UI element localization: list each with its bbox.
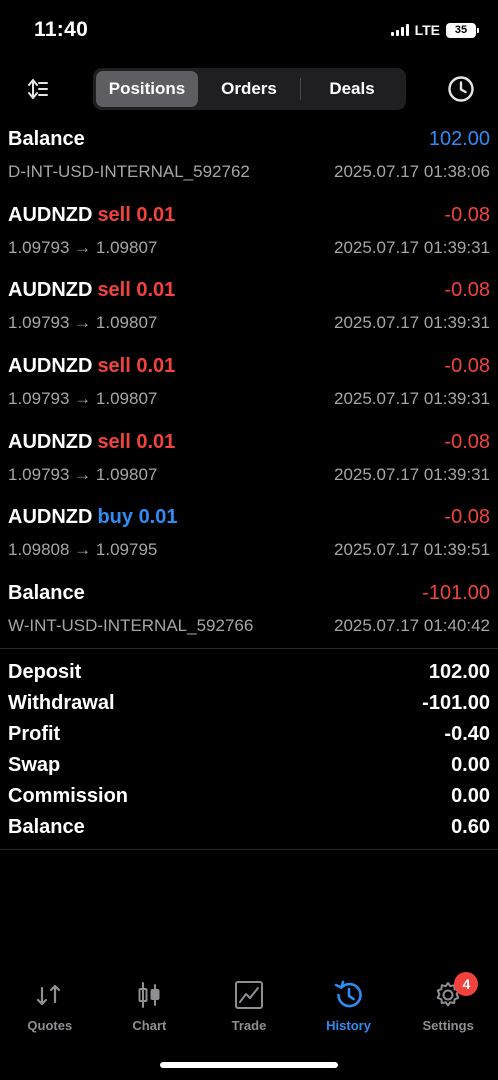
item-volume: 0.01 — [138, 506, 178, 529]
status-time: 11:40 — [34, 18, 89, 41]
summary-row-profit: Profit -0.40 — [0, 719, 498, 750]
sort-icon[interactable] — [24, 76, 50, 102]
list-item[interactable]: AUDNZD sell 0.01 -0.08 1.09793 → 1.09807 … — [0, 349, 498, 425]
home-indicator — [160, 1062, 338, 1068]
tab-chart[interactable]: Chart — [100, 970, 200, 1040]
summary-value: -0.40 — [444, 723, 490, 745]
item-time: 2025.07.17 01:38:06 — [334, 162, 490, 181]
list-item[interactable]: AUDNZD sell 0.01 -0.08 1.09793 → 1.09807 … — [0, 198, 498, 274]
battery-icon: 35 — [446, 22, 479, 38]
summary-value: -101.00 — [422, 692, 490, 714]
summary-label: Balance — [8, 816, 85, 838]
item-symbol: AUDNZD — [8, 355, 93, 378]
item-symbol: AUDNZD — [8, 203, 93, 226]
candlestick-chart-icon — [138, 982, 160, 1008]
item-amount: -0.08 — [444, 355, 490, 378]
item-amount: -0.08 — [444, 430, 490, 453]
item-amount: -0.08 — [444, 279, 490, 302]
item-volume: 0.01 — [136, 430, 176, 453]
item-symbol: AUDNZD — [8, 506, 93, 529]
item-title: Balance — [8, 582, 85, 605]
deals-list: Balance 102.00 D-INT-USD-INTERNAL_592762… — [0, 122, 498, 652]
item-detail: D-INT-USD-INTERNAL_592762 — [8, 162, 250, 181]
summary-label: Profit — [8, 723, 61, 745]
summary-row-balance: Balance 0.60 — [0, 812, 498, 843]
item-volume: 0.01 — [136, 355, 176, 378]
tab-label: Settings — [422, 1018, 474, 1033]
item-side: sell — [97, 279, 131, 302]
summary-row-deposit: Deposit 102.00 — [0, 657, 498, 688]
notification-badge: 4 — [454, 972, 479, 996]
list-item[interactable]: AUDNZD sell 0.01 -0.08 1.09793 → 1.09807 … — [0, 273, 498, 349]
network-label: LTE — [414, 22, 440, 38]
item-prices: 1.09793 → 1.09807 — [8, 237, 158, 257]
quotes-arrows-icon — [36, 984, 60, 1006]
tab-label: Chart — [132, 1018, 167, 1033]
item-volume: 0.01 — [136, 279, 176, 302]
item-prices: 1.09808 → 1.09795 — [8, 540, 158, 560]
status-bar: 11:40 LTE 35 — [0, 0, 498, 62]
summary-row-commission: Commission 0.00 — [0, 781, 498, 812]
item-side: buy — [97, 506, 133, 529]
item-side: sell — [97, 355, 131, 378]
item-side: sell — [97, 203, 131, 226]
item-symbol: AUDNZD — [8, 430, 93, 453]
tab-label: Quotes — [27, 1018, 73, 1033]
summary-label: Swap — [8, 754, 61, 776]
segmented-control: Positions Orders Deals — [93, 68, 406, 110]
item-time: 2025.07.17 01:39:31 — [334, 389, 490, 409]
summary-label: Commission — [8, 785, 129, 807]
status-indicators: LTE 35 — [390, 22, 479, 38]
summary-row-swap: Swap 0.00 — [0, 750, 498, 781]
tab-bar: Quotes Chart Trade History Settings 4 — [0, 970, 498, 1040]
signal-icon — [390, 24, 409, 36]
clock-history-icon[interactable] — [446, 74, 476, 104]
item-volume: 0.01 — [136, 203, 176, 226]
item-detail: W-INT-USD-INTERNAL_592766 — [8, 616, 254, 636]
tab-history[interactable]: History — [299, 970, 399, 1040]
list-item[interactable]: AUDNZD sell 0.01 -0.08 1.09793 → 1.09807 … — [0, 425, 498, 501]
summary-panel: Deposit 102.00 Withdrawal -101.00 Profit -0… — [0, 648, 498, 850]
summary-value: 102.00 — [428, 661, 490, 683]
tab-orders[interactable]: Orders — [198, 71, 300, 107]
item-time: 2025.07.17 01:40:42 — [334, 616, 490, 636]
list-item[interactable]: Balance -101.00 W-INT-USD-INTERNAL_59276… — [0, 576, 498, 652]
trade-chart-icon — [234, 981, 263, 1009]
tab-positions[interactable]: Positions — [96, 71, 198, 107]
item-amount: -101.00 — [422, 582, 490, 605]
item-time: 2025.07.17 01:39:31 — [334, 313, 490, 333]
list-item[interactable]: Balance 102.00 D-INT-USD-INTERNAL_592762… — [0, 122, 498, 198]
item-prices: 1.09793 → 1.09807 — [8, 389, 158, 409]
item-title: Balance — [8, 128, 85, 150]
item-time: 2025.07.17 01:39:51 — [334, 540, 490, 560]
item-amount: -0.08 — [444, 203, 490, 226]
item-side: sell — [97, 430, 131, 453]
history-icon — [334, 980, 362, 1008]
tab-settings[interactable]: Settings 4 — [398, 970, 498, 1040]
summary-value: 0.60 — [451, 816, 490, 838]
item-time: 2025.07.17 01:39:31 — [334, 464, 490, 484]
summary-value: 0.00 — [451, 754, 490, 776]
history-header: Positions Orders Deals — [0, 68, 498, 110]
summary-label: Deposit — [8, 661, 82, 683]
tab-label: History — [326, 1018, 371, 1033]
tab-trade[interactable]: Trade — [199, 970, 299, 1040]
item-amount: -0.08 — [444, 506, 490, 529]
tab-label: Trade — [231, 1018, 267, 1033]
item-time: 2025.07.17 01:39:31 — [334, 237, 490, 257]
summary-label: Withdrawal — [8, 692, 115, 714]
list-item[interactable]: AUDNZD buy 0.01 -0.08 1.09808 → 1.09795 2… — [0, 500, 498, 576]
tab-quotes[interactable]: Quotes — [0, 970, 100, 1040]
item-prices: 1.09793 → 1.09807 — [8, 313, 158, 333]
summary-row-withdrawal: Withdrawal -101.00 — [0, 688, 498, 719]
item-amount: 102.00 — [428, 128, 490, 150]
tab-deals[interactable]: Deals — [301, 71, 403, 107]
item-prices: 1.09793 → 1.09807 — [8, 464, 158, 484]
summary-value: 0.00 — [451, 785, 490, 807]
item-symbol: AUDNZD — [8, 279, 93, 302]
